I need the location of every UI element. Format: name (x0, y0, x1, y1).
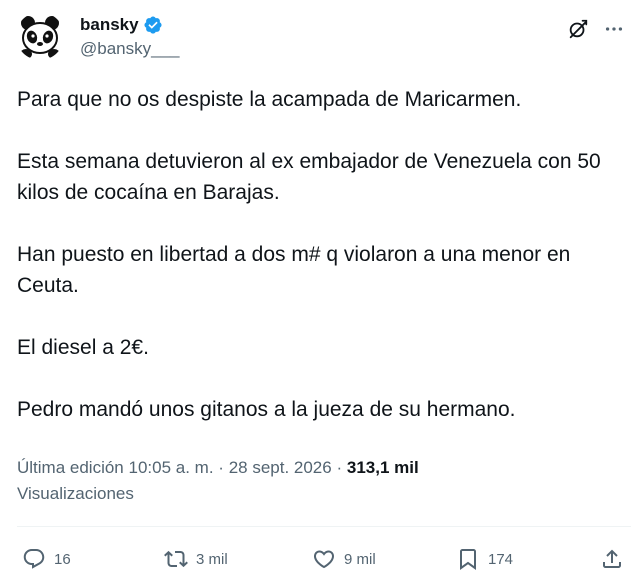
tweet-text: Para que no os despiste la acampada de M… (17, 84, 627, 425)
retweet-icon (164, 550, 188, 568)
heart-icon (313, 550, 335, 569)
tweet-paragraph: Han puesto en libertad a dos m# q violar… (17, 243, 571, 297)
retweet-count: 3 mil (196, 550, 228, 568)
tweet-meta: Última edición 10:05 a. m. · 28 sept. 20… (17, 455, 617, 507)
author-names: bansky @bansky___ (80, 14, 180, 59)
more-horizontal-icon[interactable] (603, 18, 625, 40)
display-name[interactable]: bansky (80, 15, 139, 35)
author-handle[interactable]: @bansky___ (80, 39, 180, 59)
reply-icon (23, 549, 45, 569)
views-label: Visualizaciones (17, 484, 134, 503)
meta-separator: · (218, 458, 224, 477)
share-icon (603, 549, 621, 568)
tweet-date[interactable]: 28 sept. 2026 (229, 458, 332, 477)
bookmark-icon (460, 549, 476, 570)
like-button[interactable]: 9 mil (312, 543, 376, 575)
tweet-paragraph: Para que no os despiste la acampada de M… (17, 88, 522, 111)
panda-avatar-icon[interactable] (16, 12, 64, 60)
reply-button[interactable]: 16 (22, 543, 71, 575)
reply-count: 16 (54, 550, 71, 568)
tweet-paragraph: El diesel a 2€. (17, 336, 149, 359)
header-actions (567, 18, 625, 40)
like-count: 9 mil (344, 550, 376, 568)
bookmark-count: 174 (488, 550, 514, 568)
divider (17, 526, 631, 527)
action-bar: 16 3 mil 9 mil 174 (18, 543, 630, 575)
tweet-paragraph: Pedro mandó unos gitanos a la jueza de s… (17, 398, 516, 421)
edited-timestamp[interactable]: Última edición 10:05 a. m. (17, 458, 214, 477)
tweet: bansky @bansky___ Para que no os despist… (0, 0, 641, 584)
retweet-button[interactable]: 3 mil (164, 543, 228, 575)
grok-icon[interactable] (567, 18, 589, 40)
share-button[interactable] (600, 543, 624, 575)
views-count[interactable]: 313,1 mil (347, 458, 419, 477)
display-name-row: bansky (80, 14, 180, 36)
meta-separator: · (336, 458, 343, 477)
tweet-header: bansky @bansky___ (16, 12, 625, 64)
verified-badge-icon[interactable] (143, 15, 163, 35)
bookmark-button[interactable]: 174 (456, 543, 513, 575)
tweet-paragraph: Esta semana detuvieron al ex embajador d… (17, 150, 601, 204)
